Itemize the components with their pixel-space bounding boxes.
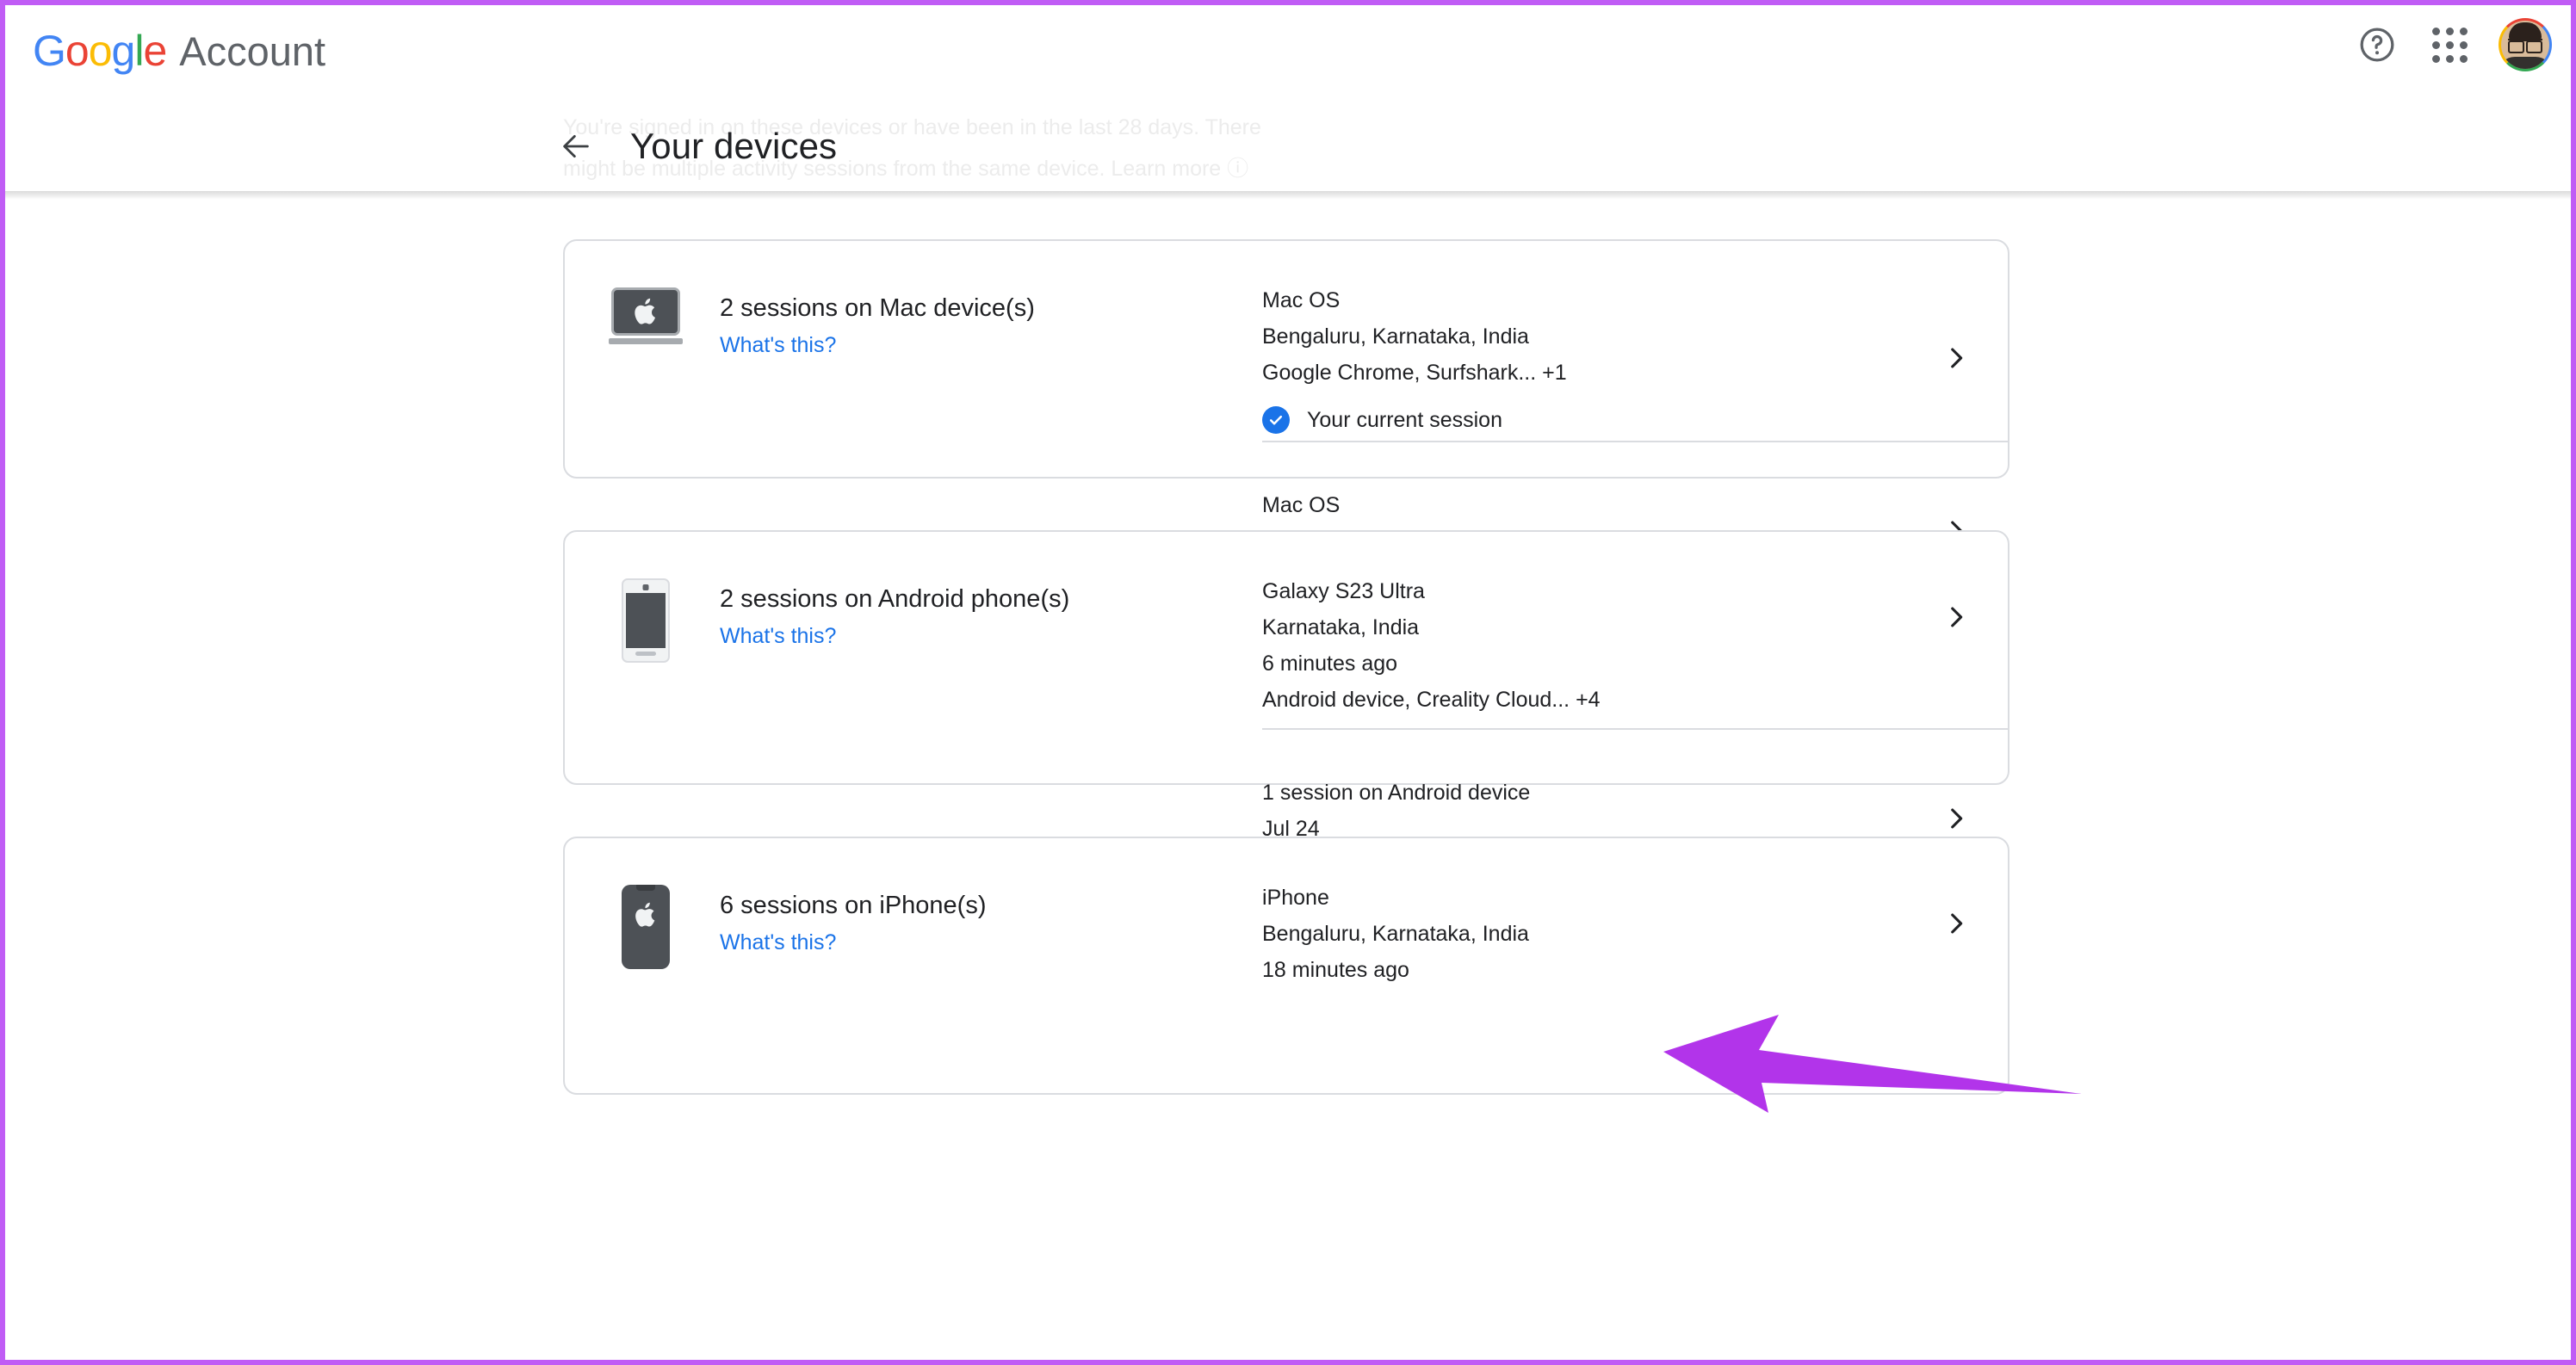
back-arrow-icon[interactable] <box>556 127 596 166</box>
status-badge: Your current session <box>1262 406 1904 434</box>
help-circle-glyph <box>2360 28 2394 62</box>
google-logo: Google <box>33 27 167 75</box>
session-line: 18 minutes ago <box>1262 958 1409 982</box>
session-detail-lines: Galaxy S23 Ultra Karnataka, India 6 minu… <box>1262 573 1904 718</box>
session-line: Mac OS <box>1262 493 1341 517</box>
device-session-count: 2 sessions on Mac device(s) <box>720 294 1035 322</box>
apple-logo-icon <box>635 902 655 927</box>
apple-logo-icon <box>635 298 655 324</box>
device-sessions-mac: Mac OS Bengaluru, Karnataka, India Googl… <box>1262 241 2008 626</box>
chevron-right-icon[interactable] <box>1904 804 2008 833</box>
user-avatar[interactable] <box>2499 18 2552 71</box>
chevron-right-glyph <box>1951 913 1963 934</box>
session-line: Galaxy S23 Ultra <box>1262 579 1425 603</box>
device-session-count: 6 sessions on iPhone(s) <box>720 892 987 919</box>
check-glyph <box>1269 415 1283 425</box>
check-circle-icon <box>1262 406 1290 434</box>
whats-this-link-mac[interactable]: What's this? <box>720 333 836 358</box>
apps-grid-icon[interactable] <box>2423 18 2476 71</box>
chevron-right-icon[interactable] <box>1904 282 2008 434</box>
device-sessions-android: Galaxy S23 Ultra Karnataka, India 6 minu… <box>1262 532 2008 926</box>
session-line: Bengaluru, Karnataka, India <box>1262 324 1529 349</box>
session-row[interactable]: iPhone Bengaluru, Karnataka, India 18 mi… <box>1262 838 2008 988</box>
back-arrow-glyph <box>563 134 589 158</box>
header-actions <box>2350 12 2552 77</box>
google-account-your-devices-screen: Google Account You're signed in on these… <box>0 0 2576 1365</box>
session-line: Mac OS <box>1262 288 1341 312</box>
apps-grid-dots <box>2431 27 2468 63</box>
session-line: Karnataka, India <box>1262 615 1420 639</box>
session-row[interactable]: Galaxy S23 Ultra Karnataka, India 6 minu… <box>1262 532 2008 718</box>
google-account-brand[interactable]: Google Account <box>33 26 326 75</box>
iphone-icon <box>604 885 687 1093</box>
header-divider-shadow <box>5 191 2571 200</box>
chevron-right-icon[interactable] <box>1904 909 2008 938</box>
avatar-shoulders <box>2501 57 2549 69</box>
avatar-photo <box>2501 21 2549 69</box>
device-summary-mac: 2 sessions on Mac device(s) What's this? <box>565 241 1262 477</box>
device-card-android: 2 sessions on Android phone(s) What's th… <box>563 530 2009 926</box>
session-line: 6 minutes ago <box>1262 652 1398 676</box>
page-title: Your devices <box>630 126 838 166</box>
device-card-iphone: 6 sessions on iPhone(s) What's this? iPh… <box>563 837 2009 1095</box>
session-detail-lines: iPhone Bengaluru, Karnataka, India 18 mi… <box>1262 880 1904 988</box>
mac-laptop-icon <box>604 287 687 477</box>
avatar-glasses <box>2508 39 2542 53</box>
whats-this-link-iphone[interactable]: What's this? <box>720 930 836 955</box>
session-detail-lines: Mac OS Bengaluru, Karnataka, India Googl… <box>1262 282 1904 434</box>
status-text: Your current session <box>1307 407 1502 432</box>
device-summary-iphone: 6 sessions on iPhone(s) What's this? <box>565 838 1262 1093</box>
help-circle-icon[interactable] <box>2350 18 2404 71</box>
whats-this-link-android[interactable]: What's this? <box>720 624 836 649</box>
session-line: Bengaluru, Karnataka, India <box>1262 922 1529 946</box>
chevron-right-glyph <box>1951 808 1963 829</box>
app-header: Google Account You're signed in on these… <box>5 5 2571 191</box>
session-line: Google Chrome, Surfshark... +1 <box>1262 361 1567 385</box>
device-sessions-iphone: iPhone Bengaluru, Karnataka, India 18 mi… <box>1262 838 2008 1093</box>
device-session-count: 2 sessions on Android phone(s) <box>720 585 1070 613</box>
devices-list: 2 sessions on Mac device(s) What's this?… <box>5 200 2571 1360</box>
session-line: Android device, Creality Cloud... +4 <box>1262 688 1601 712</box>
chevron-right-glyph <box>1951 607 1963 627</box>
device-card-mac: 2 sessions on Mac device(s) What's this?… <box>563 239 2009 626</box>
session-row[interactable]: Mac OS Bengaluru, Karnataka, India Googl… <box>1262 241 2008 434</box>
session-line: iPhone <box>1262 886 1329 910</box>
session-line: 1 session on Android device <box>1262 781 1531 805</box>
page-header-row: Your devices <box>556 126 837 167</box>
brand-word-account: Account <box>179 28 326 74</box>
device-summary-android: 2 sessions on Android phone(s) What's th… <box>565 532 1262 783</box>
chevron-right-icon[interactable] <box>1904 602 2008 632</box>
chevron-right-glyph <box>1951 348 1963 368</box>
android-phone-icon <box>604 578 687 783</box>
